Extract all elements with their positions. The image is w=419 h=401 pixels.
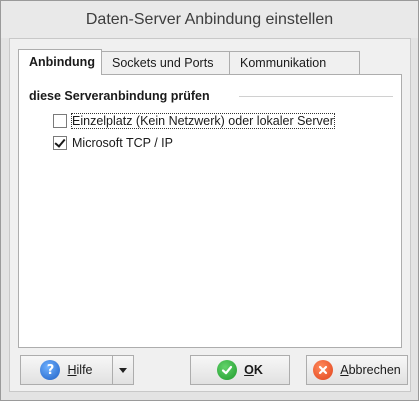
dialog-window: Daten-Server Anbindung einstellen Anbind… — [0, 0, 419, 401]
tab-anbindung[interactable]: Anbindung — [18, 49, 102, 75]
tab-kommunikation[interactable]: Kommunikation — [230, 51, 360, 74]
option-einzelplatz-label: Einzelplatz (Kein Netzwerk) oder lokaler… — [71, 113, 335, 129]
help-dropdown-button[interactable] — [112, 355, 134, 385]
tab-sockets-und-ports[interactable]: Sockets und Ports — [102, 51, 230, 74]
option-microsoft-tcp-ip[interactable]: Microsoft TCP / IP — [53, 135, 173, 151]
ok-button-label: OK — [244, 363, 263, 377]
help-button-label: Hilfe — [67, 363, 93, 377]
x-icon — [313, 360, 334, 380]
question-mark-icon: ? — [40, 360, 61, 380]
group-title: diese Serveranbindung prüfen — [29, 89, 210, 103]
checkmark-icon — [217, 360, 238, 380]
dialog-body: Anbindung Sockets und Ports Kommunikatio… — [9, 38, 411, 392]
group-divider — [239, 96, 393, 97]
window-title: Daten-Server Anbindung einstellen — [1, 1, 418, 38]
option-microsoft-tcp-ip-label: Microsoft TCP / IP — [72, 136, 173, 150]
help-button[interactable]: ? Hilfe — [20, 355, 113, 385]
tab-strip: Anbindung Sockets und Ports Kommunikatio… — [18, 49, 360, 75]
caret-down-icon — [119, 367, 127, 373]
cancel-button[interactable]: Abbrechen — [306, 355, 408, 385]
ok-button[interactable]: OK — [190, 355, 290, 385]
option-einzelplatz[interactable]: Einzelplatz (Kein Netzwerk) oder lokaler… — [53, 113, 335, 129]
cancel-button-label: Abbrechen — [340, 363, 401, 377]
tab-panel-anbindung: diese Serveranbindung prüfen Einzelplatz… — [18, 74, 402, 348]
checkbox-microsoft-tcp-ip[interactable] — [53, 136, 67, 150]
checkbox-einzelplatz[interactable] — [53, 114, 67, 128]
